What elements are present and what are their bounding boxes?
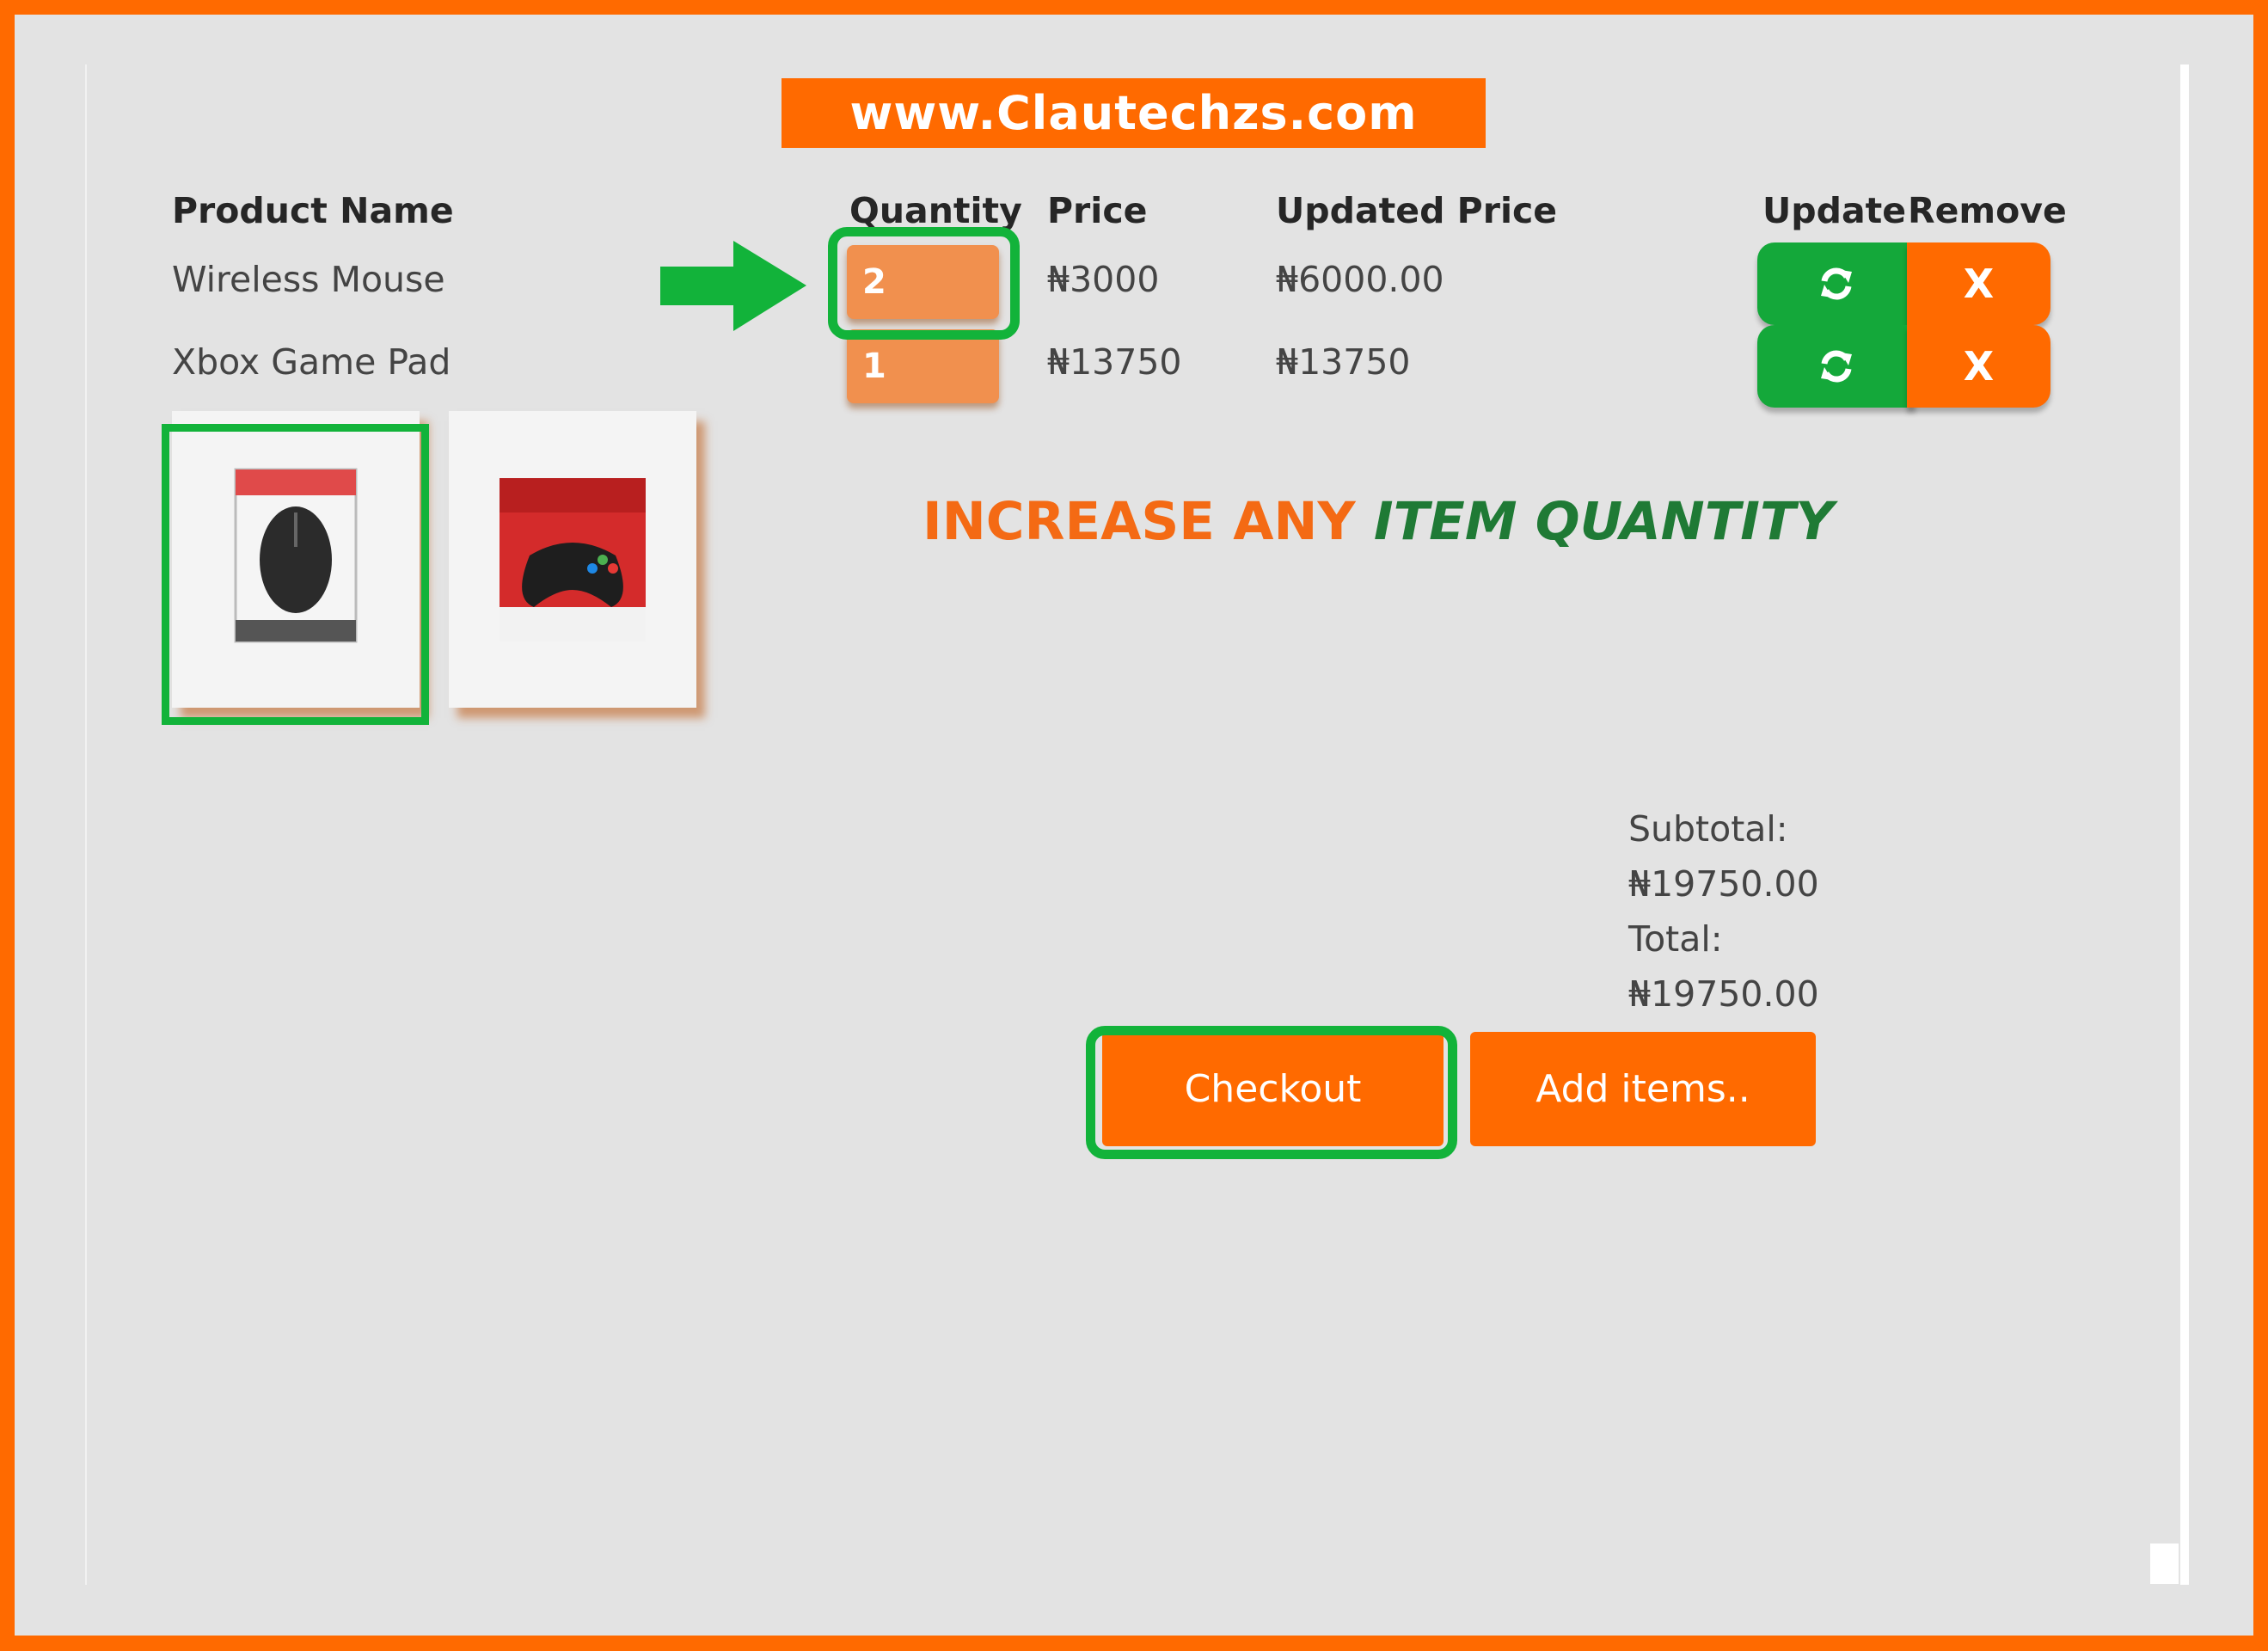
content-edge	[85, 64, 87, 1585]
row-2-remove-button[interactable]: X	[1907, 325, 2050, 408]
row-1-product-name: Wireless Mouse	[172, 259, 445, 300]
row-1-updated-price: ₦6000.00	[1276, 259, 1444, 300]
row-1-remove-button[interactable]: X	[1907, 242, 2050, 325]
row-2-updated-price: ₦13750	[1276, 341, 1411, 383]
quantity-highlight	[828, 227, 1020, 340]
scrollbar[interactable]	[2180, 64, 2189, 1585]
scrollbar-thumb[interactable]	[2150, 1544, 2179, 1584]
header-remove: Remove	[1908, 190, 2067, 231]
promo-text-part2: ITEM QUANTITY	[1373, 491, 1834, 552]
promo-text: INCREASE ANY ITEM QUANTITY	[923, 491, 1834, 552]
total-value: ₦19750.00	[1628, 973, 1819, 1015]
subtotal-value: ₦19750.00	[1628, 863, 1819, 905]
arrow-right-icon	[660, 241, 806, 331]
add-items-button[interactable]: Add items..	[1470, 1032, 1816, 1146]
row-2-quantity-input[interactable]: 1	[847, 329, 999, 403]
row-2-price: ₦13750	[1047, 341, 1182, 383]
header-quantity: Quantity	[849, 190, 1022, 231]
row-2-product-name: Xbox Game Pad	[172, 341, 451, 383]
product-image-xbox-game-pad	[449, 411, 696, 708]
promo-text-part1: INCREASE ANY	[923, 491, 1374, 552]
checkout-highlight	[1086, 1026, 1457, 1159]
header-price: Price	[1047, 190, 1148, 231]
refresh-icon	[1821, 350, 1852, 383]
row-1-update-button[interactable]	[1757, 242, 1916, 325]
subtotal-label: Subtotal:	[1628, 808, 1788, 850]
refresh-icon	[1821, 267, 1852, 300]
header-product-name: Product Name	[172, 190, 454, 231]
total-label: Total:	[1628, 918, 1723, 960]
gamepad-box-image	[500, 477, 646, 641]
header-update: Update	[1762, 190, 1907, 231]
row-2-update-button[interactable]	[1757, 325, 1916, 408]
header-updated-price: Updated Price	[1276, 190, 1558, 231]
image-highlight	[162, 424, 429, 725]
site-banner: www.Clautechzs.com	[782, 78, 1486, 148]
row-1-price: ₦3000	[1047, 259, 1160, 300]
